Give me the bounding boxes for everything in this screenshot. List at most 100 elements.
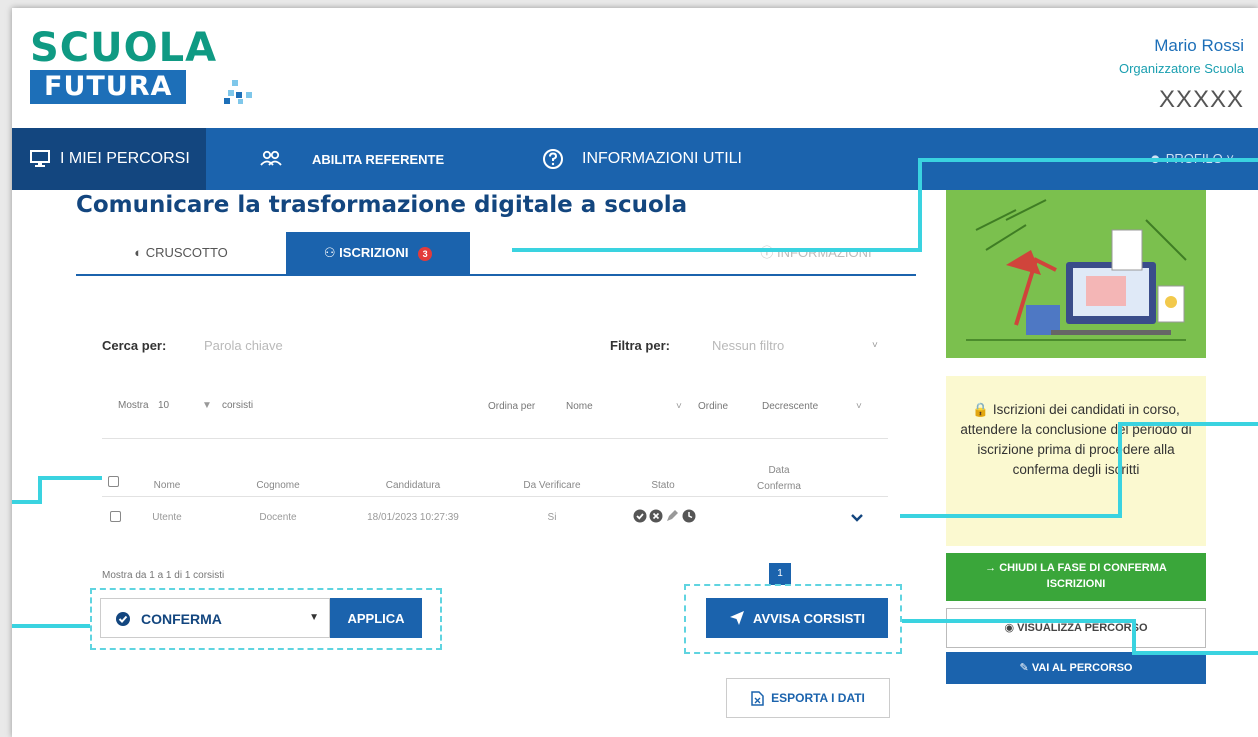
paper-plane-icon	[730, 611, 745, 625]
go-to-course-label: VAI AL PERCORSO	[1031, 662, 1133, 674]
go-to-course-button[interactable]: ✎ VAI AL PERCORSO	[946, 652, 1206, 684]
search-input[interactable]: Parola chiave	[204, 338, 504, 353]
callout-line-checkbox-vertical	[38, 476, 42, 504]
callout-line-checkbox-top	[38, 476, 102, 480]
show-suffix: corsisti	[222, 400, 254, 411]
caret-icon: ▼	[202, 400, 212, 411]
callout-line-row	[900, 514, 1120, 518]
export-data-button[interactable]: ESPORTA I DATI	[726, 678, 890, 718]
notify-label: AVVISA CORSISTI	[753, 610, 865, 626]
nav-item-label: I MIEI PERCORSI	[60, 150, 190, 167]
chevron-down-icon[interactable]	[850, 510, 864, 528]
notify-students-button[interactable]: AVVISA CORSISTI	[706, 598, 888, 638]
callout-line-notify	[902, 619, 1134, 623]
view-course-label: VISUALIZZA PERCORSO	[1017, 622, 1148, 634]
callout-line-tabs	[512, 248, 922, 252]
bulk-action-value: CONFERMA	[141, 611, 222, 627]
tab-label: CRUSCOTTO	[145, 245, 228, 260]
dashboard-icon: ◐	[134, 245, 143, 260]
column-header-da-verificare[interactable]: Da Verificare	[502, 480, 602, 491]
eye-icon: ◉	[1004, 622, 1015, 634]
close-phase-label: CHIUDI LA FASE DI CONFERMA ISCRIZIONI	[999, 562, 1167, 590]
search-label: Cerca per:	[102, 338, 167, 353]
monitor-icon	[30, 150, 50, 167]
cell-nome: Utente	[152, 512, 182, 523]
close-confirmation-phase-button[interactable]: → CHIUDI LA FASE DI CONFERMA ISCRIZIONI	[946, 553, 1206, 601]
course-tabs: ◐ CRUSCOTTO ⚇ ISCRIZIONI 3 ⓘ INFORMAZION…	[76, 232, 916, 276]
edit-icon: ✎	[1019, 662, 1029, 674]
order-by-select[interactable]: Nome	[566, 401, 676, 412]
show-label: Mostra	[118, 400, 149, 411]
cell-candidatura: 18/01/2023 10:27:39	[367, 512, 459, 523]
view-course-button[interactable]: ◉ VISUALIZZA PERCORSO	[946, 608, 1206, 648]
filter-select[interactable]: Nessun filtro	[712, 338, 882, 353]
users-icon	[260, 150, 282, 166]
divider	[102, 496, 888, 497]
course-illustration	[946, 190, 1206, 358]
cell-cognome: Docente	[259, 512, 297, 523]
logo-pixel-icon	[224, 80, 252, 104]
select-all-checkbox[interactable]	[108, 476, 119, 487]
callout-line-tabs-top	[918, 158, 1258, 162]
row-checkbox[interactable]	[110, 511, 121, 522]
nav-item-abilita-referente[interactable]: ABILITA REFERENTE	[260, 128, 444, 190]
user-role: Organizzatore Scuola	[1118, 61, 1244, 76]
arrow-right-icon: →	[985, 562, 997, 574]
nav-item-informazioni-utili[interactable]: INFORMAZIONI UTILI	[542, 128, 742, 190]
order-label: Ordine	[698, 401, 729, 412]
order-select[interactable]: Decrescente	[762, 401, 818, 412]
callout-line-tabs-vertical	[918, 158, 922, 252]
bulk-action-select[interactable]: CONFERMA ▼	[100, 598, 330, 638]
page-title: Comunicare la trasformazione digitale a …	[76, 192, 688, 218]
column-header-cognome[interactable]: Cognome	[248, 480, 308, 491]
logo-text-top: SCUOLA	[30, 25, 218, 71]
users-icon: ⚇	[323, 245, 336, 260]
nav-item-label: INFORMAZIONI UTILI	[582, 150, 742, 167]
pencil-icon[interactable]	[667, 510, 678, 521]
chevron-down-icon: ˅	[676, 401, 682, 412]
column-header-nome[interactable]: Nome	[142, 480, 192, 491]
export-label: ESPORTA I DATI	[771, 691, 865, 705]
lock-icon: 🔒	[972, 402, 990, 417]
divider	[102, 438, 888, 439]
logo-text-bottom: FUTURA	[30, 70, 187, 104]
pagination-page-1[interactable]: 1	[769, 563, 791, 585]
pagination-summary: Mostra da 1 a 1 di 1 corsisti	[102, 570, 225, 581]
help-circle-icon	[543, 149, 563, 169]
user-name: Mario Rossi	[1154, 36, 1244, 55]
column-header-stato[interactable]: Stato	[638, 480, 688, 491]
tab-iscrizioni[interactable]: ⚇ ISCRIZIONI 3	[286, 232, 470, 274]
order-by-label: Ordina per	[488, 401, 536, 412]
callout-line-bulk	[12, 624, 90, 628]
check-circle-icon[interactable]	[633, 509, 647, 523]
filter-label: Filtra per:	[610, 338, 670, 353]
app-window: SCUOLA FUTURA Mario Rossi Organizzatore …	[12, 8, 1258, 737]
notice-text: Iscrizioni dei candidati in corso, atten…	[960, 402, 1192, 477]
cell-da-verificare: Si	[547, 512, 557, 523]
column-header-candidatura[interactable]: Candidatura	[368, 480, 458, 491]
chevron-down-icon: ˅	[856, 401, 862, 412]
check-circle-icon	[116, 612, 130, 626]
caret-icon: ▼	[309, 612, 319, 623]
callout-line-row-top	[1118, 422, 1258, 426]
tab-hidden[interactable]	[556, 232, 676, 274]
callout-line-notify-bottom	[1132, 651, 1258, 655]
enrollment-notice: 🔒 Iscrizioni dei candidati in corso, att…	[946, 376, 1206, 546]
callout-line-checkbox	[12, 500, 40, 504]
apply-button[interactable]: APPLICA	[330, 598, 422, 638]
file-excel-icon	[751, 690, 764, 706]
close-circle-icon[interactable]	[649, 509, 663, 523]
column-header-data-conferma[interactable]: Data Conferma	[754, 463, 804, 495]
clock-icon[interactable]	[682, 509, 696, 523]
page-size-select[interactable]: 10	[158, 400, 169, 411]
tab-cruscotto[interactable]: ◐ CRUSCOTTO	[106, 232, 256, 274]
tab-label: ISCRIZIONI	[339, 245, 409, 260]
user-school-code: XXXXX	[1158, 86, 1244, 113]
chevron-down-icon: ˅	[872, 340, 878, 351]
nav-item-i-miei-percorsi[interactable]: I MIEI PERCORSI	[12, 128, 206, 190]
callout-line-notify-vertical	[1132, 619, 1136, 655]
nav-item-label: ABILITA REFERENTE	[312, 151, 445, 167]
callout-line-row-vertical	[1118, 422, 1122, 518]
tab-informazioni[interactable]: ⓘ INFORMAZIONI	[736, 232, 896, 274]
scuola-futura-logo[interactable]: SCUOLA FUTURA	[30, 28, 270, 108]
